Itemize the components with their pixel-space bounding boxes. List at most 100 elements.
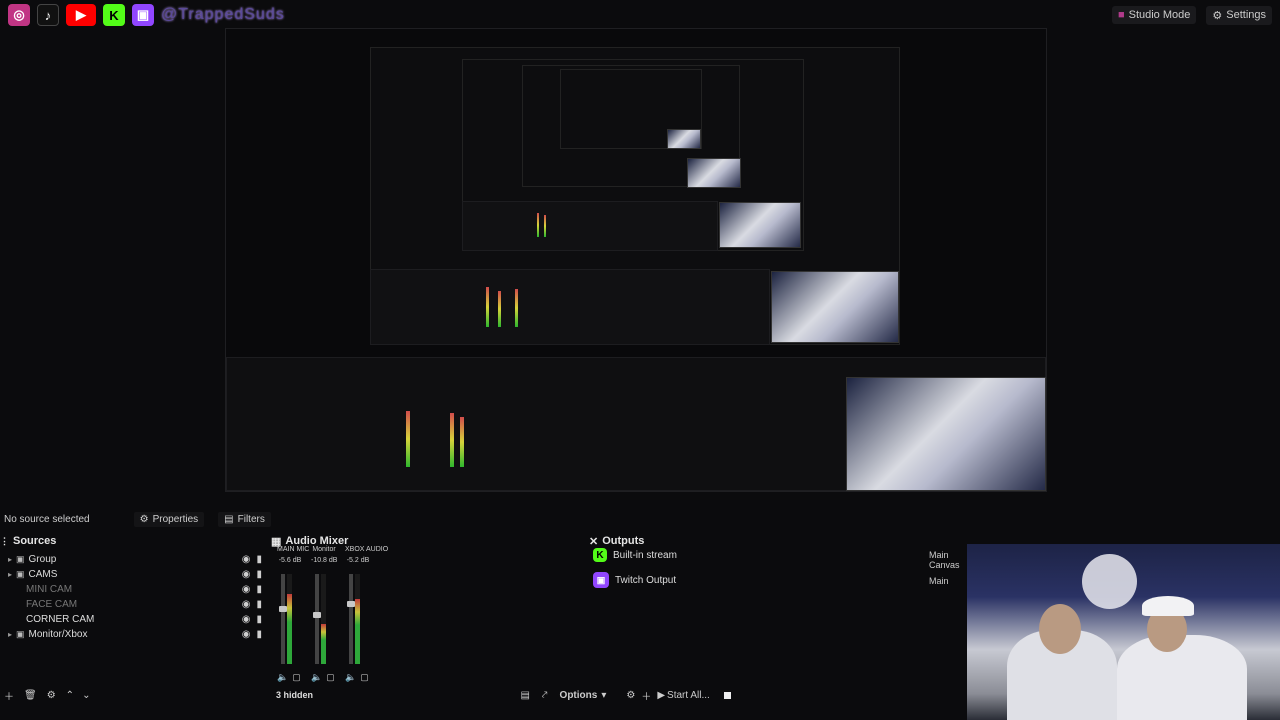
eye-icon[interactable]: ◉	[242, 614, 251, 625]
up-arrow-icon[interactable]: ⌃	[66, 690, 74, 701]
source-item[interactable]: CORNER CAM ◉ ▮	[0, 612, 268, 627]
nested-cam-3	[687, 158, 741, 188]
audio-mixer-dock: ▦ Audio Mixer MAIN MIC -5.6 dB 🔈 ▢ Monitor -1…	[271, 534, 586, 704]
filters-button[interactable]: ▤ Filters	[218, 511, 271, 527]
source-item[interactable]: MINI CAM ◉ ▮	[0, 582, 268, 597]
source-controls: ◉ ▮	[242, 614, 262, 625]
channel-controls: 🔈 ▢	[345, 672, 369, 683]
source-item[interactable]: ▸ ▣ CAMS ◉ ▮	[0, 567, 268, 582]
lock-icon[interactable]: ▮	[256, 614, 262, 625]
lock-icon[interactable]: ▮	[256, 554, 262, 565]
eye-icon[interactable]: ◉	[242, 554, 251, 565]
chevron-down-icon[interactable]: ▾	[601, 690, 606, 701]
social-handle: @TrappedSuds	[161, 6, 285, 23]
source-label: CAMS	[28, 569, 58, 580]
top-bar: ◎ ♪ ▶ K ▣ @TrappedSuds ■ Studio Mode ⚙ S…	[0, 0, 1280, 30]
trash-icon[interactable]: 🗑	[24, 690, 37, 701]
volume-meter	[287, 574, 292, 664]
sources-title: Sources	[13, 535, 57, 547]
nested-panels-1	[370, 269, 770, 345]
options-button[interactable]: Options	[560, 690, 598, 701]
nested-meter-1	[486, 287, 489, 327]
app-root: ◎ ♪ ▶ K ▣ @TrappedSuds ■ Studio Mode ⚙ S…	[0, 0, 1280, 720]
output-target: Main	[929, 576, 949, 586]
sources-header: ⋮ Sources	[0, 534, 268, 548]
channel-controls: 🔈 ▢	[311, 672, 335, 683]
expand-icon[interactable]: ▸	[8, 630, 12, 639]
start-all-button[interactable]: Start All...	[667, 690, 710, 701]
channel-db: -5.6 dB	[278, 557, 302, 564]
nested-cam-1	[771, 271, 899, 343]
volume-fader[interactable]	[349, 574, 353, 664]
source-item[interactable]: ▸ ▣ Monitor/Xbox ◉ ▮	[0, 627, 268, 642]
settings-icon[interactable]: ▢	[326, 672, 335, 683]
face-left	[1039, 604, 1081, 654]
add-icon[interactable]: ＋	[4, 688, 14, 703]
outputs-dock: ✕ Outputs K Built-in stream Main Canvas …	[589, 534, 969, 704]
folder-icon: ▣	[16, 569, 25, 579]
outputs-title: Outputs	[602, 535, 645, 547]
source-item-left: ▸ ▣ CAMS	[8, 569, 57, 580]
lock-icon[interactable]: ▮	[256, 629, 262, 640]
settings-button[interactable]: ⚙ Settings	[1206, 5, 1272, 25]
output-row[interactable]: K Built-in stream	[593, 548, 677, 562]
top-right-controls: ■ Studio Mode ⚙ Settings	[1111, 5, 1272, 25]
properties-button[interactable]: ⚙ Properties	[133, 511, 205, 527]
down-arrow-icon[interactable]: ⌄	[82, 690, 90, 701]
volume-meter	[321, 574, 326, 664]
volume-fader[interactable]	[281, 574, 285, 664]
source-item-left: MINI CAM	[18, 584, 72, 595]
fader-knob[interactable]	[313, 611, 321, 618]
fader-knob[interactable]	[347, 601, 355, 607]
stop-icon[interactable]	[723, 691, 731, 699]
folder-icon: ▣	[16, 554, 25, 564]
speaker-icon[interactable]: 🔈	[277, 672, 288, 683]
source-controls: ◉ ▮	[242, 554, 262, 565]
eye-icon[interactable]: ◉	[242, 584, 251, 595]
eye-icon[interactable]: ◉	[242, 569, 251, 580]
layout-icon[interactable]: ▤	[520, 690, 529, 701]
source-controls: ◉ ▮	[242, 569, 262, 580]
lock-icon[interactable]: ▮	[256, 584, 262, 595]
gear-icon[interactable]: ⚙	[47, 690, 56, 701]
output-row[interactable]: ▣ Twitch Output	[593, 572, 676, 588]
source-item-left: ▸ ▣ Group	[8, 554, 56, 565]
lock-icon[interactable]: ▮	[256, 569, 262, 580]
settings-icon[interactable]: ▢	[360, 672, 369, 683]
preview-canvas[interactable]	[225, 28, 1047, 492]
youtube-icon: ▶	[66, 4, 96, 26]
speaker-icon[interactable]: 🔈	[311, 672, 322, 683]
expand-icon[interactable]: ▸	[8, 555, 12, 564]
nested-meter-main-2	[450, 413, 454, 467]
source-label: CORNER CAM	[26, 614, 95, 625]
sources-dock: ⋮ Sources ▸ ▣ Group ◉ ▮ ▸ ▣ CAMS ◉ ▮ MINI CAM ◉ ▮ FAC…	[0, 534, 268, 704]
gear-icon[interactable]: ⚙	[626, 690, 635, 701]
channel-name: MAIN MIC	[277, 546, 310, 553]
lock-icon[interactable]: ▮	[256, 599, 262, 610]
link-icon[interactable]: ⤤	[542, 690, 548, 701]
output-target: Main Canvas	[929, 550, 960, 570]
instagram-icon: ◎	[8, 4, 30, 26]
play-icon[interactable]: ▶	[657, 690, 665, 701]
fader-knob[interactable]	[279, 605, 287, 612]
tiktok-icon: ♪	[37, 4, 59, 26]
bunny-logo-banner	[1082, 554, 1137, 609]
output-label: Twitch Output	[615, 574, 677, 586]
source-item[interactable]: FACE CAM ◉ ▮	[0, 597, 268, 612]
add-icon[interactable]: ＋	[641, 688, 651, 703]
social-icons: ◎ ♪ ▶ K ▣ @TrappedSuds	[8, 4, 285, 26]
source-item-left: FACE CAM	[18, 599, 77, 610]
gear-small-icon: ⚙	[139, 513, 149, 525]
expand-icon[interactable]: ▸	[8, 570, 12, 579]
kick-icon: K	[103, 4, 125, 26]
speaker-icon[interactable]: 🔈	[345, 672, 356, 683]
eye-icon[interactable]: ◉	[242, 599, 251, 610]
volume-fader[interactable]	[315, 574, 319, 664]
eye-icon[interactable]: ◉	[242, 629, 251, 640]
source-item[interactable]: ▸ ▣ Group ◉ ▮	[0, 552, 268, 567]
settings-icon[interactable]: ▢	[292, 672, 301, 683]
close-icon[interactable]: ✕	[589, 535, 598, 548]
outputs-header: ✕ Outputs	[589, 534, 969, 548]
studio-mode-button[interactable]: ■ Studio Mode	[1111, 6, 1197, 24]
source-label: Group	[28, 554, 57, 565]
